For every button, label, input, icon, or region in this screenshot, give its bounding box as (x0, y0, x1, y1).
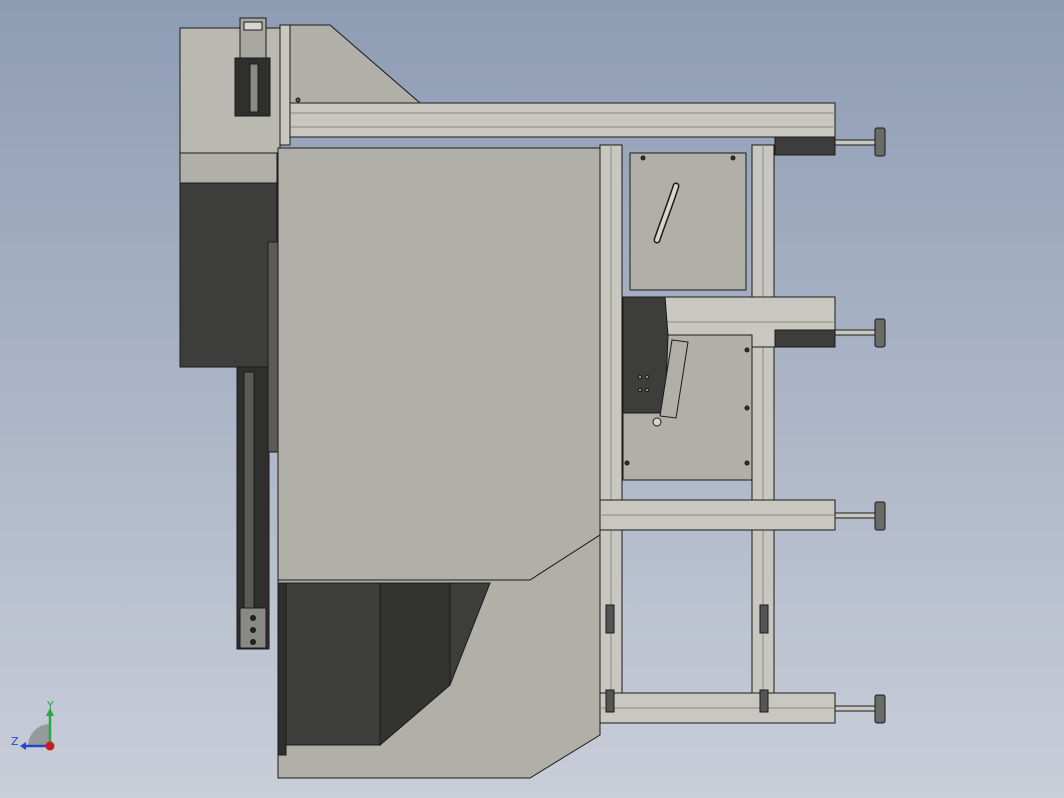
top-rail-vertical-post (279, 24, 291, 146)
z-axis-label: Z (11, 735, 19, 748)
main-panel-body (277, 147, 601, 581)
motor-housing-dark (179, 182, 278, 368)
top-rail-profile (289, 102, 836, 138)
cad-graphics-viewport[interactable]: Y Z (0, 0, 1064, 798)
knob-upper-mid-icon (874, 318, 886, 348)
knob-bottom-icon (874, 694, 886, 724)
machine-side-view: Y Z (0, 0, 1064, 798)
y-axis-label: Y (46, 699, 54, 712)
upper-inner-plate (629, 152, 747, 291)
x-axis-dot-icon (45, 741, 55, 751)
knob-lower-mid-icon (874, 501, 886, 531)
dark-bracket (622, 296, 669, 414)
main-cover-panel[interactable] (277, 147, 601, 779)
knob-top-icon (874, 127, 886, 157)
